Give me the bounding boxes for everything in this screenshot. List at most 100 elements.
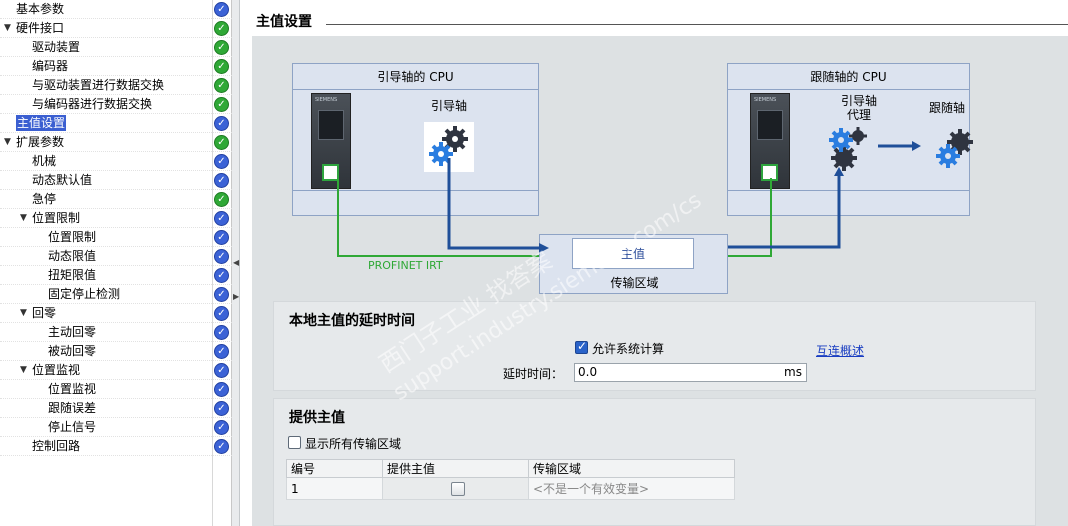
leading-cpu-box: 引导轴的 CPU SIEMENS 引导轴 [292, 63, 539, 216]
status-default-icon: ✓ [214, 249, 229, 264]
column-header-number[interactable]: 编号 [286, 459, 383, 478]
tree-item[interactable]: 停止信号 ✓ [0, 418, 232, 437]
tree-item-label: 被动回零 [48, 344, 97, 358]
tree-item[interactable]: 机械 ✓ [0, 152, 232, 171]
cell-provide[interactable] [382, 477, 529, 500]
tree-item[interactable]: 急停 ✓ [0, 190, 232, 209]
plc-device-icon: SIEMENS [750, 93, 790, 189]
expand-arrow-icon[interactable]: ▼ [4, 133, 14, 152]
panel-splitter[interactable]: ◀ ▶ [232, 0, 240, 526]
allow-system-calc-checkbox[interactable] [575, 339, 588, 354]
expand-arrow-icon[interactable]: ▼ [20, 304, 30, 323]
interconnect-overview-link[interactable]: 互连概述 [816, 342, 864, 359]
table-row[interactable]: 1 <不是一个有效变量> [286, 477, 735, 500]
tree-item[interactable]: ▼ 硬件接口 ✓ [0, 19, 232, 38]
column-header-provide[interactable]: 提供主值 [382, 459, 529, 478]
table-header-row: 编号 提供主值 传输区域 [286, 459, 735, 478]
local-delay-title: 本地主值的延时时间 [289, 313, 415, 329]
transfer-area-box: 主值 传输区域 [539, 234, 728, 294]
leading-proxy-label-line2: 代理 [846, 108, 871, 122]
provide-master-value-checkbox[interactable] [450, 481, 465, 496]
tree-item[interactable]: 固定停止检测 ✓ [0, 285, 232, 304]
status-default-icon: ✓ [214, 401, 229, 416]
expand-right-arrow-icon[interactable]: ▶ [233, 292, 239, 301]
status-ok-icon: ✓ [214, 78, 229, 93]
tree-item[interactable]: 主值设置 ✓ [0, 114, 232, 133]
leading-proxy-gear-icon [829, 127, 867, 171]
tree-item[interactable]: ▼ 位置限制 ✓ [0, 209, 232, 228]
tree-item-label: 机械 [32, 154, 57, 168]
tree-item-label: 动态限值 [48, 249, 97, 263]
tree-item[interactable]: 编码器 ✓ [0, 57, 232, 76]
transfer-area-table: 编号 提供主值 传输区域 1 <不是一个有效变量> [286, 459, 735, 500]
local-delay-panel: 本地主值的延时时间 允许系统计算 互连概述 延时时间： 0.0 ms [273, 301, 1036, 391]
cell-transfer-area[interactable]: <不是一个有效变量> [528, 477, 735, 500]
tree-item-label: 回零 [32, 306, 57, 320]
status-ok-icon: ✓ [214, 135, 229, 150]
status-default-icon: ✓ [214, 268, 229, 283]
tree-item-label: 主动回零 [48, 325, 97, 339]
main-panel: 主值设置 引导轴的 CPU SIEMENS 引导轴 跟随轴的 CPU SIEME… [241, 0, 1068, 526]
following-axis-label: 跟随轴 [928, 101, 965, 115]
expand-arrow-icon[interactable]: ▼ [20, 361, 30, 380]
tree-item-label: 位置监视 [32, 363, 81, 377]
status-default-icon: ✓ [214, 211, 229, 226]
plc-brand: SIEMENS [315, 97, 338, 103]
tree-item[interactable]: 跟随误差 ✓ [0, 399, 232, 418]
allow-system-calc-label: 允许系统计算 [592, 342, 665, 356]
profinet-port [761, 164, 778, 181]
column-header-transfer-area[interactable]: 传输区域 [528, 459, 735, 478]
tree-item[interactable]: 主动回零 ✓ [0, 323, 232, 342]
leading-proxy-label: 引导轴 代理 [826, 94, 892, 122]
tree-item[interactable]: 位置监视 ✓ [0, 380, 232, 399]
delay-time-value: 0.0 [578, 365, 598, 379]
tree-item[interactable]: 与驱动装置进行数据交换 ✓ [0, 76, 232, 95]
tree-item[interactable]: 动态限值 ✓ [0, 247, 232, 266]
collapse-left-arrow-icon[interactable]: ◀ [233, 258, 239, 267]
tree-item-label: 扩展参数 [16, 135, 65, 149]
tree-item[interactable]: 位置限制 ✓ [0, 228, 232, 247]
provide-master-value-title: 提供主值 [289, 410, 345, 426]
status-default-icon: ✓ [214, 173, 229, 188]
tree-item[interactable]: 动态默认值 ✓ [0, 171, 232, 190]
tree-item-label: 固定停止检测 [48, 287, 121, 301]
tree-item-label: 控制回路 [32, 439, 81, 453]
tree-item[interactable]: ▼ 扩展参数 ✓ [0, 133, 232, 152]
following-cpu-title: 跟随轴的 CPU [728, 64, 969, 90]
tree-item[interactable]: ▼ 回零 ✓ [0, 304, 232, 323]
tree-item[interactable]: 控制回路 ✓ [0, 437, 232, 456]
tree-item-label: 位置监视 [48, 382, 97, 396]
tree-item[interactable]: 被动回零 ✓ [0, 342, 232, 361]
status-default-icon: ✓ [214, 2, 229, 17]
status-default-icon: ✓ [214, 325, 229, 340]
tree-item[interactable]: 扭矩限值 ✓ [0, 266, 232, 285]
bus-line [293, 190, 538, 191]
tree-item-label: 跟随误差 [48, 401, 97, 415]
tree-item[interactable]: 基本参数 ✓ [0, 0, 232, 19]
provide-master-value-panel: 提供主值 显示所有传输区域 编号 提供主值 传输区域 1 <不是一个有效变量> [273, 398, 1036, 526]
delay-time-label: 延时时间： [503, 367, 564, 381]
status-default-icon: ✓ [214, 363, 229, 378]
leading-cpu-title: 引导轴的 CPU [293, 64, 538, 90]
show-all-transfer-areas-checkbox[interactable] [288, 436, 301, 449]
status-ok-icon: ✓ [214, 21, 229, 36]
tree-item[interactable]: 与编码器进行数据交换 ✓ [0, 95, 232, 114]
leading-axis-label: 引导轴 [430, 99, 467, 113]
status-ok-icon: ✓ [214, 97, 229, 112]
expand-arrow-icon[interactable]: ▼ [4, 19, 14, 38]
plc-screen [757, 110, 783, 140]
expand-arrow-icon[interactable]: ▼ [20, 209, 30, 228]
status-default-icon: ✓ [214, 439, 229, 454]
status-default-icon: ✓ [214, 344, 229, 359]
show-all-transfer-areas-label: 显示所有传输区域 [305, 437, 402, 451]
master-value-box: 主值 [572, 238, 694, 269]
tree-item[interactable]: 驱动装置 ✓ [0, 38, 232, 57]
bus-line [728, 190, 969, 191]
tree-item-label: 硬件接口 [16, 21, 65, 35]
parameter-tree: 基本参数 ✓ ▼ 硬件接口 ✓ 驱动装置 ✓ 编码器 ✓ 与驱动装置进行数据交换 ✓ 与编码器进行数据… [0, 0, 232, 526]
section-title: 主值设置 [256, 14, 312, 30]
tree-item-label: 与驱动装置进行数据交换 [32, 78, 165, 92]
tree-item-label: 与编码器进行数据交换 [32, 97, 153, 111]
delay-time-field[interactable]: 0.0 ms [574, 363, 807, 382]
tree-item[interactable]: ▼ 位置监视 ✓ [0, 361, 232, 380]
